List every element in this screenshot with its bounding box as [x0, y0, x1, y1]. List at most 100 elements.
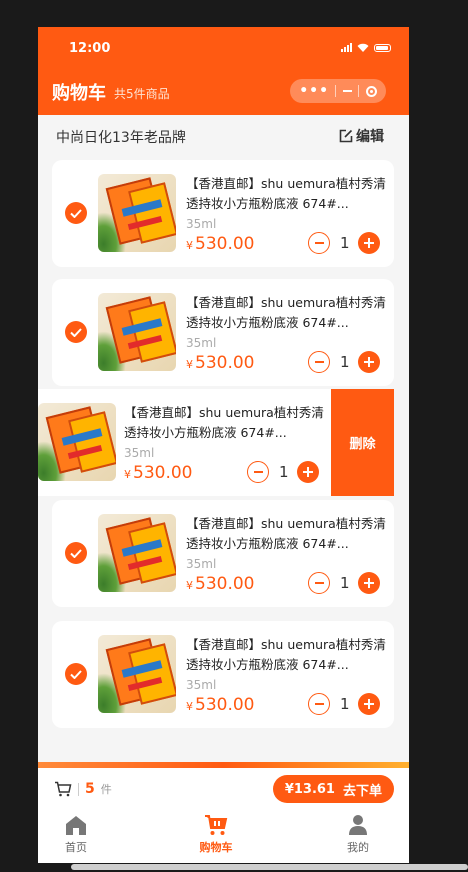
currency-symbol: ¥ — [186, 358, 193, 371]
tab-home[interactable]: 首页 — [38, 814, 116, 855]
price-value: 530.00 — [133, 463, 193, 483]
tab-label: 我的 — [347, 841, 369, 854]
signal-icon — [341, 43, 352, 52]
quantity-value: 1 — [340, 353, 350, 371]
quantity-stepper: 1 — [308, 572, 380, 594]
quantity-stepper: 1 — [308, 351, 380, 373]
decrease-button[interactable] — [308, 572, 330, 594]
increase-button[interactable] — [297, 461, 319, 483]
cart-item: 【香港直邮】shu uemura植村秀清透持妆小方瓶粉底液 674#... 35… — [52, 500, 394, 607]
price-value: 530.00 — [195, 695, 255, 715]
product-image[interactable] — [98, 635, 176, 713]
product-image[interactable] — [98, 174, 176, 252]
capsule-divider — [335, 85, 337, 97]
tab-label: 首页 — [65, 841, 87, 854]
product-price: ¥530.00 — [186, 234, 254, 254]
edit-label: 编辑 — [356, 129, 384, 145]
currency-symbol: ¥ — [124, 468, 131, 481]
product-price: ¥530.00 — [124, 463, 192, 483]
quantity-stepper: 1 — [308, 232, 380, 254]
header: 12:00 购物车 共5件商品 ••• — [38, 27, 409, 115]
quantity-value: 1 — [340, 695, 350, 713]
product-title[interactable]: 【香港直邮】shu uemura植村秀清透持妆小方瓶粉底液 674#... — [124, 403, 328, 443]
user-icon — [349, 815, 367, 835]
increase-button[interactable] — [358, 232, 380, 254]
edit-button[interactable]: 编辑 — [339, 126, 384, 146]
tab-cart[interactable]: 购物车 — [176, 814, 256, 855]
price-value: 530.00 — [195, 574, 255, 594]
minimize-icon[interactable] — [342, 90, 352, 92]
more-icon[interactable]: ••• — [299, 84, 329, 98]
status-icons — [341, 43, 391, 52]
price-value: 530.00 — [195, 353, 255, 373]
increase-button[interactable] — [358, 572, 380, 594]
increase-button[interactable] — [358, 693, 380, 715]
battery-icon — [374, 43, 391, 52]
product-image[interactable] — [38, 403, 116, 481]
delete-button[interactable]: 删除 — [331, 389, 394, 496]
close-target-icon[interactable] — [365, 85, 377, 97]
cart-item: 【香港直邮】shu uemura植村秀清透持妆小方瓶粉底液 674#... 35… — [52, 621, 394, 728]
cart-item-swiped: 【香港直邮】shu uemura植村秀清透持妆小方瓶粉底液 674#... 35… — [38, 389, 394, 496]
quantity-value: 1 — [340, 574, 350, 592]
quantity-stepper: 1 — [308, 693, 380, 715]
cart-icon — [205, 815, 228, 835]
currency-symbol: ¥ — [186, 579, 193, 592]
product-spec: 35ml — [186, 336, 217, 350]
cart-summary: 5 件 — [54, 781, 112, 797]
product-title[interactable]: 【香港直邮】shu uemura植村秀清透持妆小方瓶粉底液 674#... — [186, 514, 390, 554]
currency-symbol: ¥ — [186, 239, 193, 252]
checkbox-checked-icon[interactable] — [65, 202, 87, 224]
increase-button[interactable] — [358, 351, 380, 373]
decrease-button[interactable] — [308, 232, 330, 254]
product-title[interactable]: 【香港直邮】shu uemura植村秀清透持妆小方瓶粉底液 674#... — [186, 293, 390, 333]
status-time: 12:00 — [69, 41, 111, 56]
summary-divider — [78, 782, 79, 796]
home-icon — [66, 816, 86, 835]
checkbox-checked-icon[interactable] — [65, 663, 87, 685]
currency-symbol: ¥ — [186, 700, 193, 713]
phone-screen: 12:00 购物车 共5件商品 ••• 中尚日化13年老品牌 编辑 【香港直邮】… — [38, 27, 409, 863]
product-title[interactable]: 【香港直邮】shu uemura植村秀清透持妆小方瓶粉底液 674#... — [186, 174, 390, 214]
product-price: ¥530.00 — [186, 695, 254, 715]
decrease-button[interactable] — [308, 351, 330, 373]
cart-count: 5 — [85, 781, 95, 797]
decrease-button[interactable] — [308, 693, 330, 715]
cart-icon — [55, 781, 72, 797]
product-image[interactable] — [98, 293, 176, 371]
cart-item: 【香港直邮】shu uemura植村秀清透持妆小方瓶粉底液 674#... 35… — [52, 279, 394, 386]
mini-program-capsule: ••• — [290, 79, 386, 103]
home-indicator — [71, 864, 468, 870]
quantity-stepper: 1 — [247, 461, 319, 483]
tab-profile[interactable]: 我的 — [318, 814, 398, 855]
tab-label: 购物车 — [199, 841, 233, 854]
cart-item: 【香港直邮】shu uemura植村秀清透持妆小方瓶粉底液 674#... 35… — [52, 160, 394, 267]
product-image[interactable] — [98, 514, 176, 592]
quantity-value: 1 — [279, 463, 289, 481]
store-bar: 中尚日化13年老品牌 编辑 — [38, 115, 409, 159]
product-spec: 35ml — [186, 217, 217, 231]
decrease-button[interactable] — [247, 461, 269, 483]
wifi-icon — [357, 43, 369, 52]
product-spec: 35ml — [124, 446, 155, 460]
price-value: 530.00 — [195, 234, 255, 254]
footer-accent-strip — [38, 762, 409, 768]
product-price: ¥530.00 — [186, 574, 254, 594]
product-spec: 35ml — [186, 678, 217, 692]
item-count: 共5件商品 — [114, 87, 170, 101]
quantity-value: 1 — [340, 234, 350, 252]
checkout-footer: 5 件 ¥13.61 去下单 首页 购物车 我的 — [38, 762, 409, 863]
checkbox-checked-icon[interactable] — [65, 321, 87, 343]
tab-bar: 首页 购物车 我的 — [38, 814, 409, 858]
checkbox-checked-icon[interactable] — [65, 542, 87, 564]
product-title[interactable]: 【香港直邮】shu uemura植村秀清透持妆小方瓶粉底液 674#... — [186, 635, 390, 675]
page-title: 购物车 — [52, 83, 106, 104]
edit-icon — [339, 129, 353, 143]
product-spec: 35ml — [186, 557, 217, 571]
store-name: 中尚日化13年老品牌 — [56, 130, 186, 146]
total-price: ¥13.61 — [284, 781, 335, 797]
checkout-button[interactable]: ¥13.61 去下单 — [272, 775, 394, 803]
checkout-label: 去下单 — [342, 783, 382, 799]
capsule-divider — [358, 85, 360, 97]
cart-unit: 件 — [100, 783, 112, 796]
